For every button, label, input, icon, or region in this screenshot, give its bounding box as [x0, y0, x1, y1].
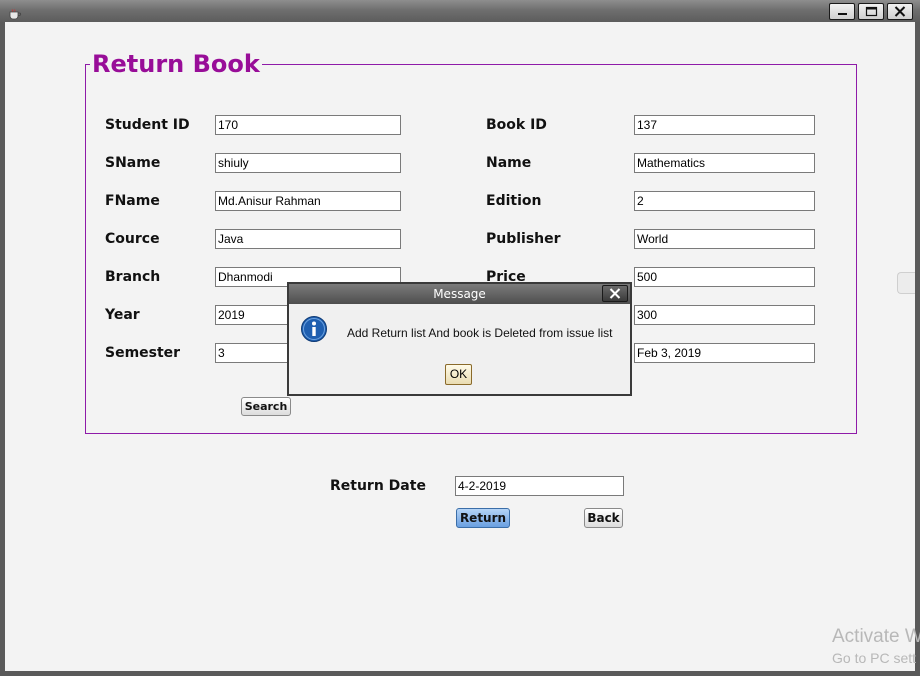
price-field[interactable]: 500 [634, 267, 815, 287]
maximize-icon [865, 6, 878, 17]
search-button[interactable]: Search [241, 397, 291, 416]
year-label: Year [105, 307, 140, 323]
semester-label: Semester [105, 345, 181, 361]
course-label: Cource [105, 231, 160, 247]
fname-label: FName [105, 193, 160, 209]
sname-field[interactable]: shiuly [215, 153, 401, 173]
activation-watermark-title: Activate W [832, 626, 920, 647]
return-button[interactable]: Return [456, 508, 510, 528]
return-date-label: Return Date [330, 478, 426, 494]
minimize-icon [838, 13, 847, 15]
dialog-close-button[interactable] [602, 285, 628, 302]
book-name-label: Name [486, 155, 532, 171]
activation-watermark-text: Go to PC sett [832, 650, 917, 666]
issue-date-field[interactable]: Feb 3, 2019 [634, 343, 815, 363]
close-window-button[interactable] [887, 3, 913, 20]
book-id-field[interactable]: 137 [634, 115, 815, 135]
fname-field[interactable]: Md.Anisur Rahman [215, 191, 401, 211]
book-name-field[interactable]: Mathematics [634, 153, 815, 173]
publisher-label: Publisher [486, 231, 561, 247]
edition-field[interactable]: 2 [634, 191, 815, 211]
close-icon [894, 6, 906, 17]
side-panel-handle[interactable] [897, 272, 915, 294]
dialog-message: Add Return list And book is Deleted from… [347, 326, 613, 340]
window-titlebar [0, 0, 920, 22]
maximize-button[interactable] [858, 3, 884, 20]
return-date-field[interactable]: 4-2-2019 [455, 476, 624, 496]
edition-label: Edition [486, 193, 542, 209]
dialog-title: Message [289, 284, 630, 304]
back-button[interactable]: Back [584, 508, 623, 528]
java-cup-icon [8, 5, 22, 20]
sname-label: SName [105, 155, 161, 171]
minimize-button[interactable] [829, 3, 855, 20]
panel-title: Return Book [90, 48, 262, 80]
student-id-label: Student ID [105, 117, 190, 133]
student-id-field[interactable]: 170 [215, 115, 401, 135]
ok-button[interactable]: OK [445, 364, 472, 385]
message-dialog: Message Add Return list And book is Dele… [287, 282, 632, 396]
course-field[interactable]: Java [215, 229, 401, 249]
book-id-label: Book ID [486, 117, 547, 133]
book-extra-field[interactable]: 300 [634, 305, 815, 325]
info-icon [300, 315, 328, 343]
publisher-field[interactable]: World [634, 229, 815, 249]
close-icon [609, 288, 621, 299]
branch-label: Branch [105, 269, 161, 285]
